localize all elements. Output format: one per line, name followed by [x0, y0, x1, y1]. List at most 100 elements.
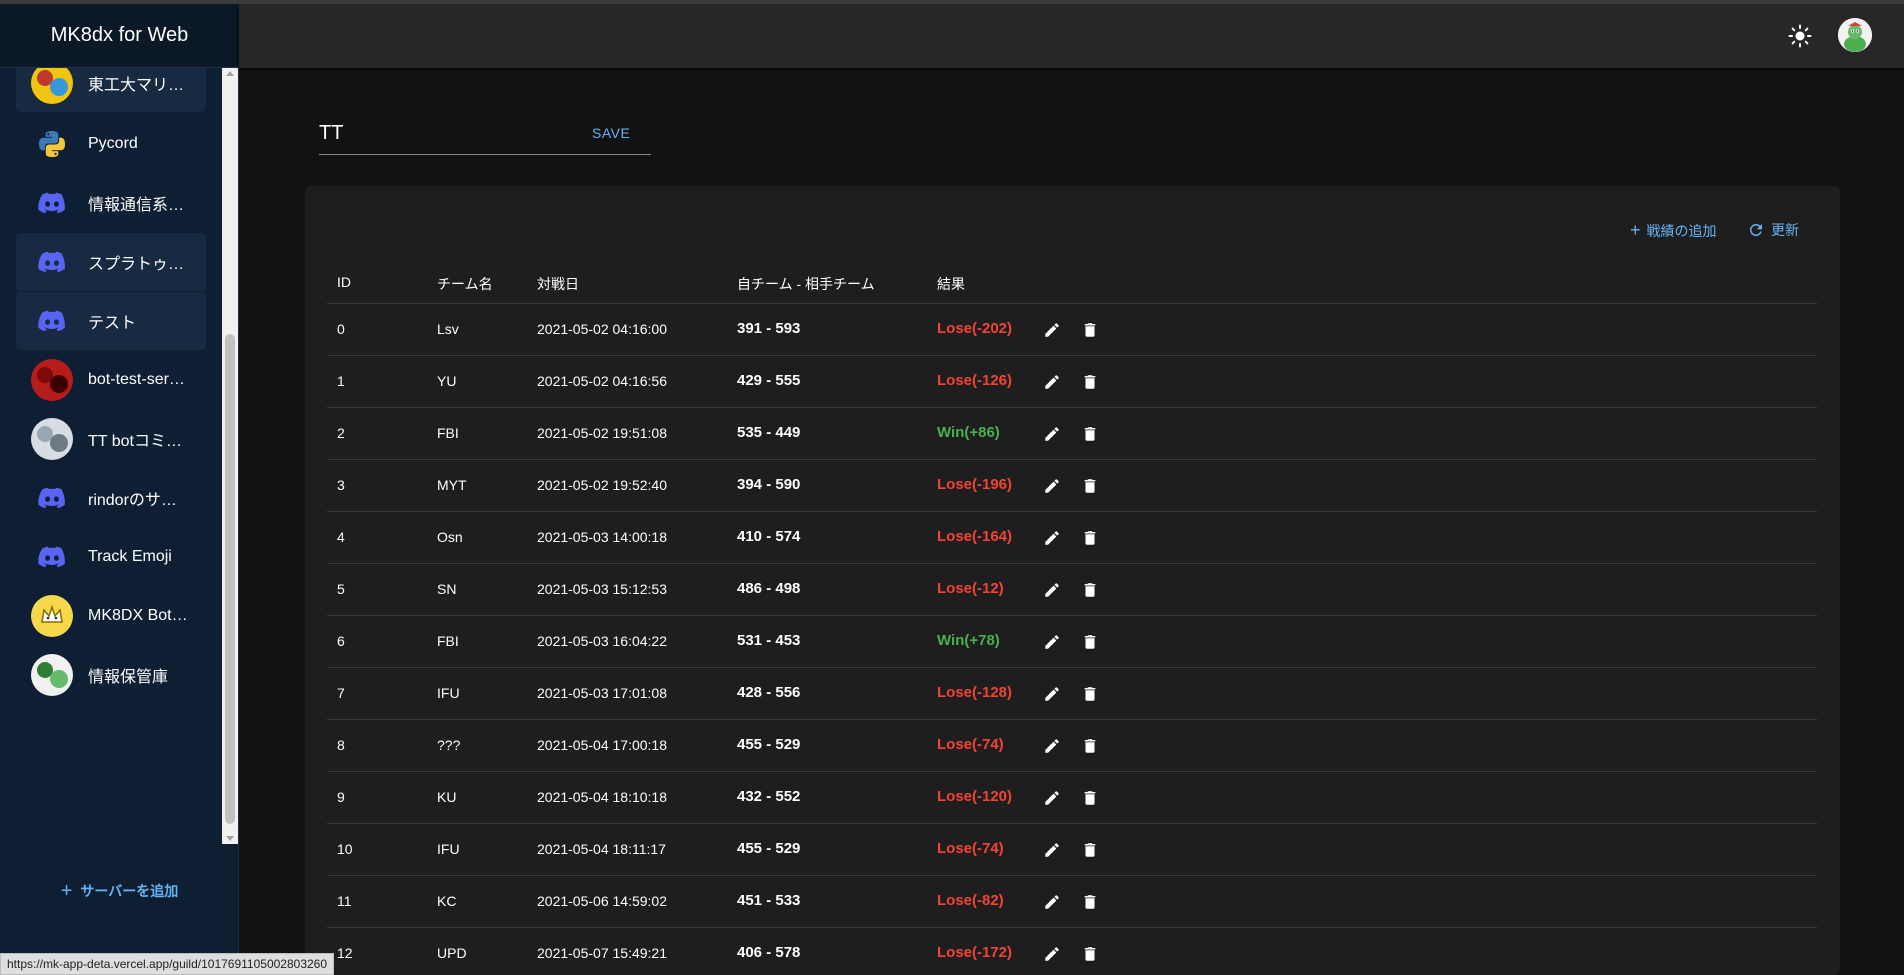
cell-team: IFU [437, 685, 460, 701]
theme-toggle-button[interactable] [1784, 20, 1816, 52]
cell-date: 2021-05-03 16:04:22 [537, 633, 667, 649]
delete-icon[interactable] [1080, 320, 1100, 340]
cell-score: 455 - 529 [737, 840, 801, 857]
delete-icon[interactable] [1080, 372, 1100, 392]
edit-icon[interactable] [1042, 632, 1062, 652]
cell-team: ??? [437, 737, 461, 753]
add-server-button[interactable]: + サーバーを追加 [0, 876, 239, 906]
cell-date: 2021-05-07 15:49:21 [537, 945, 667, 961]
sidebar-server-item[interactable]: スプラトゥ… [16, 233, 206, 291]
delete-icon[interactable] [1080, 684, 1100, 704]
delete-icon[interactable] [1080, 736, 1100, 756]
edit-icon[interactable] [1042, 372, 1062, 392]
server-avatar-icon [31, 359, 73, 401]
sidebar-server-item[interactable]: Track Emoji [16, 528, 206, 586]
edit-icon[interactable] [1042, 944, 1062, 964]
table-row: 1 YU 2021-05-02 04:16:56 429 - 555 Lose(-126… [327, 356, 1817, 408]
sidebar-server-item[interactable]: Pycord [16, 115, 206, 173]
edit-icon[interactable] [1042, 788, 1062, 808]
records-table: ID チーム名 対戦日 自チーム - 相手チーム 結果 0 Lsv 2021-05-… [327, 260, 1817, 975]
cell-team: SN [437, 581, 457, 597]
delete-icon[interactable] [1080, 892, 1100, 912]
discord-icon [31, 300, 73, 342]
delete-icon[interactable] [1080, 788, 1100, 808]
scroll-down-arrow-icon[interactable] [226, 836, 234, 841]
delete-icon[interactable] [1080, 476, 1100, 496]
team-name-input[interactable] [319, 117, 579, 149]
cell-score: 429 - 555 [737, 372, 801, 389]
cell-score: 428 - 556 [737, 684, 801, 701]
cell-id: 12 [337, 945, 353, 961]
table-row: 3 MYT 2021-05-02 19:52:40 394 - 590 Lose(-19… [327, 460, 1817, 512]
sidebar-server-label: 情報保管庫 [88, 669, 169, 686]
delete-icon[interactable] [1080, 424, 1100, 444]
cell-score: 391 - 593 [737, 320, 801, 337]
discord-icon [31, 241, 73, 283]
sidebar-server-label: rindorのサ… [88, 492, 177, 509]
window-top-strip [0, 0, 1904, 4]
cell-score: 410 - 574 [737, 528, 801, 545]
edit-icon[interactable] [1042, 424, 1062, 444]
cell-result: Win(+78) [937, 632, 1000, 649]
sidebar-server-item[interactable]: TT botコミ… [16, 410, 206, 468]
sidebar-header: MK8dx for Web [0, 4, 239, 68]
cell-id: 10 [337, 841, 353, 857]
cell-team: MYT [437, 477, 467, 493]
delete-icon[interactable] [1080, 840, 1100, 860]
edit-icon[interactable] [1042, 892, 1062, 912]
cell-score: 451 - 533 [737, 892, 801, 909]
sidebar-server-item[interactable]: 情報保管庫 [16, 646, 206, 704]
table-row: 0 Lsv 2021-05-02 04:16:00 391 - 593 Lose(-20… [327, 304, 1817, 356]
sidebar-server-label: TT botコミ… [88, 433, 182, 450]
add-server-label: サーバーを追加 [80, 883, 179, 899]
edit-icon[interactable] [1042, 684, 1062, 704]
cell-date: 2021-05-03 17:01:08 [537, 685, 667, 701]
server-avatar-icon [31, 68, 73, 104]
cell-date: 2021-05-02 19:51:08 [537, 425, 667, 441]
refresh-button[interactable]: 更新 [1747, 220, 1799, 240]
sidebar-server-label: MK8DX Bot… [88, 607, 188, 624]
header-team: チーム名 [437, 276, 493, 292]
edit-icon[interactable] [1042, 320, 1062, 340]
cell-result: Lose(-82) [937, 892, 1004, 909]
add-record-label: 戦績の追加 [1646, 222, 1717, 239]
cell-id: 3 [337, 477, 345, 493]
discord-icon [31, 182, 73, 224]
delete-icon[interactable] [1080, 580, 1100, 600]
edit-icon[interactable] [1042, 840, 1062, 860]
discord-icon [31, 536, 73, 578]
cell-result: Lose(-74) [937, 736, 1004, 753]
delete-icon[interactable] [1080, 528, 1100, 548]
add-record-button[interactable]: + 戦績の追加 [1630, 220, 1717, 241]
edit-icon[interactable] [1042, 476, 1062, 496]
sidebar-server-item[interactable]: bot-test-ser… [16, 351, 206, 409]
table-row: 11 KC 2021-05-06 14:59:02 451 - 533 Lose(-82… [327, 876, 1817, 928]
delete-icon[interactable] [1080, 632, 1100, 652]
save-button[interactable]: SAVE [592, 125, 630, 141]
sidebar-server-item[interactable]: テスト [16, 292, 206, 350]
cell-result: Lose(-202) [937, 320, 1013, 337]
sidebar-server-item[interactable]: rindorのサ… [16, 469, 206, 527]
sidebar-server-item[interactable]: 情報通信系… [16, 174, 206, 232]
scroll-thumb[interactable] [225, 334, 235, 824]
cell-date: 2021-05-03 15:12:53 [537, 581, 667, 597]
edit-icon[interactable] [1042, 528, 1062, 548]
delete-icon[interactable] [1080, 944, 1100, 964]
scroll-up-arrow-icon[interactable] [226, 71, 234, 76]
cell-date: 2021-05-03 14:00:18 [537, 529, 667, 545]
sidebar-server-item[interactable]: MK8DX Bot… [16, 587, 206, 645]
cell-date: 2021-05-04 18:11:17 [537, 841, 666, 857]
cell-result: Win(+86) [937, 424, 1000, 441]
table-row: 10 IFU 2021-05-04 18:11:17 455 - 529 Lose(-7… [327, 824, 1817, 876]
cell-result: Lose(-74) [937, 840, 1004, 857]
edit-icon[interactable] [1042, 736, 1062, 756]
edit-icon[interactable] [1042, 580, 1062, 600]
header-date: 対戦日 [537, 276, 579, 292]
sidebar-server-label: Pycord [88, 135, 138, 152]
cell-id: 4 [337, 529, 345, 545]
sidebar-server-item[interactable]: 東工大マリ… [16, 68, 206, 112]
crown-icon [31, 595, 73, 637]
user-avatar[interactable] [1838, 18, 1872, 52]
server-avatar-icon [31, 418, 73, 460]
sidebar-scrollbar[interactable] [222, 68, 238, 844]
